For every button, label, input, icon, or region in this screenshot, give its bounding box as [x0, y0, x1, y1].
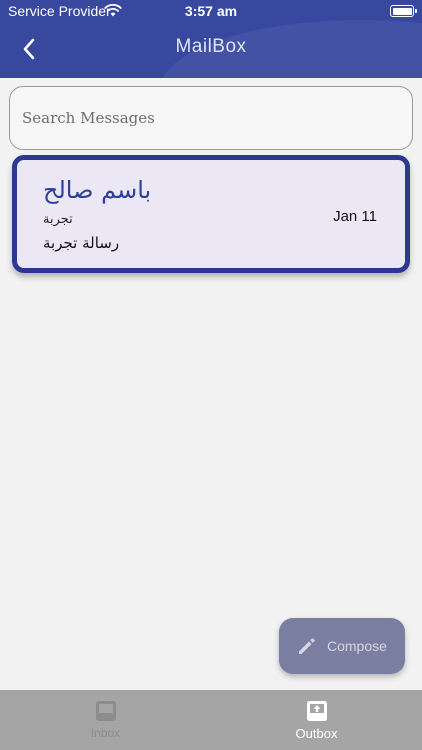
tab-inbox-label: Inbox: [90, 726, 121, 740]
status-bar: Service Provider 3:57 am: [0, 0, 422, 22]
search-input[interactable]: [10, 87, 412, 149]
tab-bar: Inbox Outbox: [0, 690, 422, 750]
message-preview: رسالة تجربة: [43, 234, 120, 252]
clock: 3:57 am: [184, 3, 238, 19]
page-title: MailBox: [175, 36, 247, 57]
inbox-icon: [95, 701, 116, 721]
app-header: Service Provider 3:57 am MailBox: [0, 0, 422, 78]
tab-outbox-label: Outbox: [295, 726, 338, 741]
battery-icon: [390, 5, 417, 17]
search-box[interactable]: [9, 86, 413, 150]
message-card[interactable]: باسم صالح تجربة رسالة تجربة Jan 11: [12, 155, 410, 273]
message-subject: تجربة: [43, 212, 73, 227]
outbox-icon: [306, 701, 327, 721]
compose-button[interactable]: Compose: [279, 618, 405, 674]
pencil-icon: [299, 638, 315, 654]
tab-outbox[interactable]: Outbox: [211, 690, 422, 750]
tab-inbox[interactable]: Inbox: [0, 690, 211, 750]
compose-label: Compose: [327, 638, 387, 654]
message-date: Jan 11: [333, 208, 377, 225]
message-sender: باسم صالح: [43, 176, 152, 204]
